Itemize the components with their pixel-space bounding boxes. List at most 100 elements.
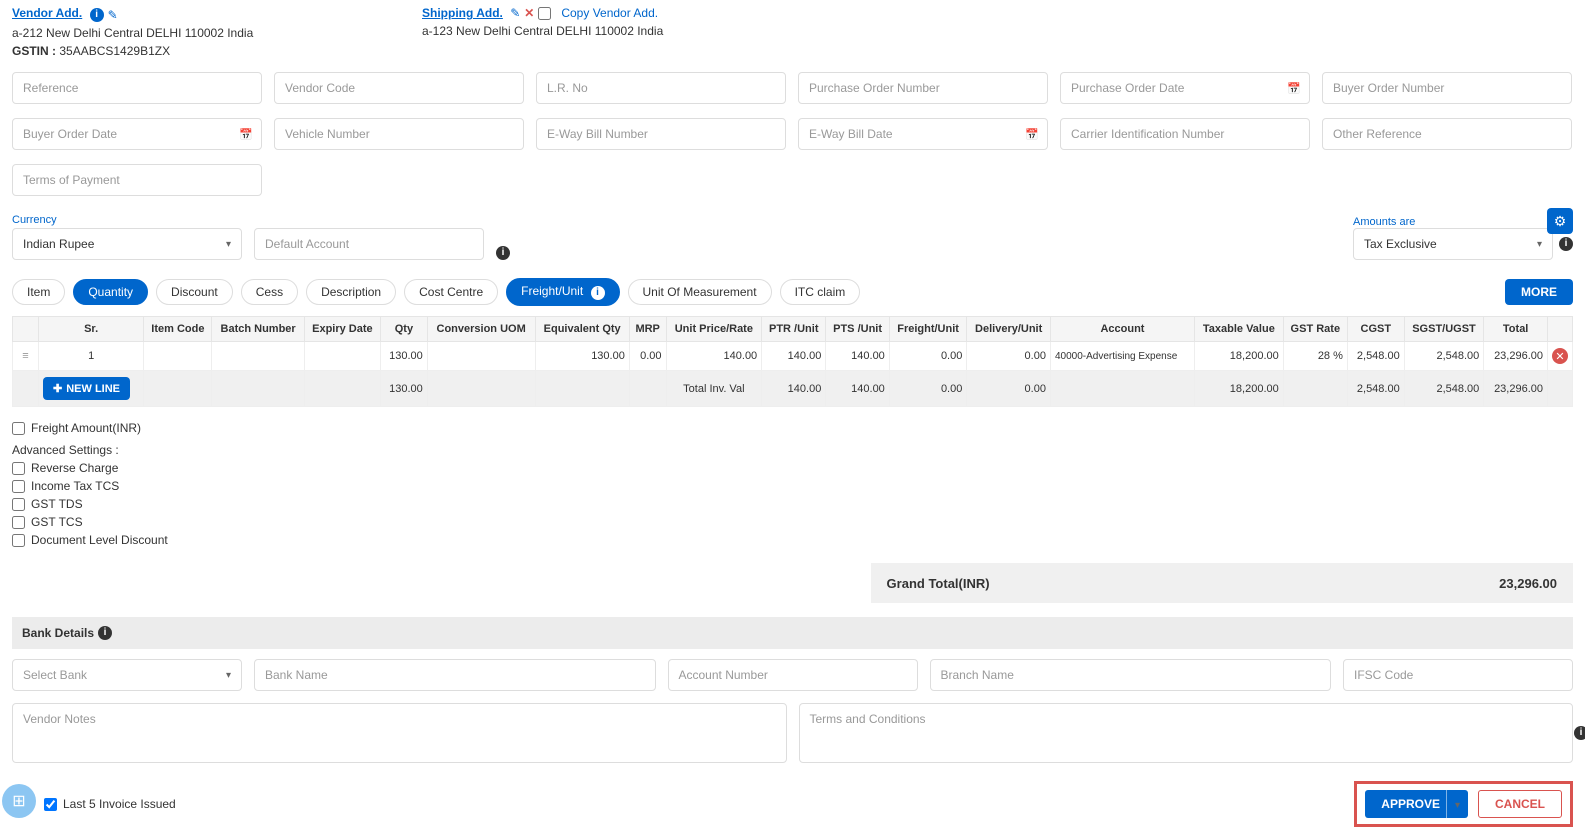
pill-cost-centre[interactable]: Cost Centre (404, 279, 498, 305)
total-delivery: 0.00 (967, 371, 1051, 407)
edit-icon[interactable]: ✎ (108, 8, 118, 22)
chevron-down-icon: ▾ (226, 239, 231, 250)
income-tax-tcs-checkbox[interactable] (12, 480, 25, 493)
pill-itc-claim[interactable]: ITC claim (780, 279, 861, 305)
edit-icon[interactable]: ✎ (510, 6, 520, 20)
account-number-input[interactable]: Account Number (668, 659, 918, 691)
approve-dropdown-button[interactable]: ▾ (1446, 790, 1468, 818)
branch-name-input[interactable]: Branch Name (930, 659, 1332, 691)
carrier-id-input[interactable]: Carrier Identification Number (1060, 118, 1310, 150)
table-row[interactable]: ≡ 1 130.00 130.00 0.00 140.00 140.00 140… (13, 342, 1573, 371)
pill-description[interactable]: Description (306, 279, 396, 305)
calendar-icon[interactable]: 📅 (1025, 128, 1039, 141)
approve-button[interactable]: APPROVE (1365, 790, 1456, 818)
advanced-settings-title: Advanced Settings : (12, 443, 1573, 457)
new-line-button[interactable]: ✚NEW LINE (43, 377, 130, 400)
cell-conv-uom[interactable] (427, 342, 535, 371)
cell-qty[interactable]: 130.00 (381, 342, 428, 371)
bank-name-input[interactable]: Bank Name (254, 659, 656, 691)
delete-row-icon[interactable]: ✕ (1552, 348, 1568, 364)
shipping-add-link[interactable]: Shipping Add. (422, 6, 503, 20)
info-icon[interactable]: i (90, 8, 104, 22)
total-ptr: 140.00 (762, 371, 826, 407)
gear-icon[interactable]: ⚙ (1547, 208, 1573, 234)
col-freight: Freight/Unit (889, 317, 967, 342)
cell-batch[interactable] (212, 342, 304, 371)
vehicle-number-input[interactable]: Vehicle Number (274, 118, 524, 150)
total-taxable: 18,200.00 (1194, 371, 1283, 407)
freight-amount-checkbox[interactable] (12, 422, 25, 435)
doc-discount-checkbox[interactable] (12, 534, 25, 547)
bank-details-header: Bank Details i (12, 617, 1573, 649)
cell-ptr[interactable]: 140.00 (762, 342, 826, 371)
calendar-icon[interactable]: 📅 (1287, 82, 1301, 95)
grand-total-value: 23,296.00 (1499, 576, 1557, 591)
po-date-input[interactable]: Purchase Order Date📅 (1060, 72, 1310, 104)
info-icon[interactable]: i (98, 626, 112, 640)
vendor-code-input[interactable]: Vendor Code (274, 72, 524, 104)
info-icon[interactable]: i (496, 246, 510, 260)
vendor-gstin: GSTIN : 35AABCS1429B1ZX (12, 44, 392, 58)
vendor-add-link[interactable]: Vendor Add. (12, 6, 82, 20)
default-account-input[interactable]: Default Account (254, 228, 484, 260)
eway-bill-number-input[interactable]: E-Way Bill Number (536, 118, 786, 150)
shipping-address-block: Shipping Add. ✎ ✕ Copy Vendor Add. a-123… (422, 6, 802, 58)
copy-vendor-checkbox[interactable] (538, 7, 551, 20)
calendar-icon[interactable]: 📅 (239, 128, 253, 141)
amounts-are-select[interactable]: Tax Exclusive▾ (1353, 228, 1553, 260)
cell-account[interactable]: 40000-Advertising Expense (1050, 342, 1194, 371)
cell-expiry[interactable] (304, 342, 380, 371)
pill-quantity[interactable]: Quantity (73, 279, 148, 305)
pill-freight-unit[interactable]: Freight/Unit i (506, 278, 619, 306)
chevron-down-icon: ▾ (1455, 800, 1460, 811)
vendor-notes-textarea[interactable]: Vendor Notes (12, 703, 787, 763)
cell-sgst: 2,548.00 (1404, 342, 1484, 371)
copy-vendor-label[interactable]: Copy Vendor Add. (561, 6, 658, 20)
pill-item[interactable]: Item (12, 279, 65, 305)
info-icon[interactable]: i (1574, 726, 1585, 740)
terms-conditions-textarea[interactable]: Terms and Conditions i (799, 703, 1574, 763)
buyer-order-date-input[interactable]: Buyer Order Date📅 (12, 118, 262, 150)
cell-eq-qty[interactable]: 130.00 (535, 342, 629, 371)
gst-tds-checkbox[interactable] (12, 498, 25, 511)
last5-checkbox[interactable] (44, 798, 57, 811)
ifsc-input[interactable]: IFSC Code (1343, 659, 1573, 691)
currency-select[interactable]: Indian Rupee▾ (12, 228, 242, 260)
gst-tcs-checkbox[interactable] (12, 516, 25, 529)
cell-cgst: 2,548.00 (1347, 342, 1404, 371)
pill-cess[interactable]: Cess (241, 279, 298, 305)
drag-handle-icon[interactable]: ≡ (22, 350, 28, 362)
grand-total-label: Grand Total(INR) (887, 576, 990, 591)
lr-no-input[interactable]: L.R. No (536, 72, 786, 104)
cell-pts[interactable]: 140.00 (826, 342, 889, 371)
cell-unit-price[interactable]: 140.00 (666, 342, 762, 371)
cell-freight[interactable]: 0.00 (889, 342, 967, 371)
cell-mrp[interactable]: 0.00 (629, 342, 666, 371)
pill-uom[interactable]: Unit Of Measurement (628, 279, 772, 305)
col-delivery: Delivery/Unit (967, 317, 1051, 342)
table-totals-row: ✚NEW LINE 130.00 Total Inv. Val 140.00 1… (13, 371, 1573, 407)
cancel-button[interactable]: CANCEL (1478, 790, 1562, 818)
vendor-address-text: a-212 New Delhi Central DELHI 110002 Ind… (12, 26, 392, 40)
other-reference-input[interactable]: Other Reference (1322, 118, 1572, 150)
footer-row: ⊞ Last 5 Invoice Issued APPROVE ▾ CANCEL (12, 781, 1573, 827)
cell-item-code[interactable] (144, 342, 212, 371)
eway-bill-date-input[interactable]: E-Way Bill Date📅 (798, 118, 1048, 150)
col-batch: Batch Number (212, 317, 304, 342)
vendor-address-block: Vendor Add. i ✎ a-212 New Delhi Central … (12, 6, 392, 58)
more-button[interactable]: MORE (1505, 279, 1573, 305)
select-bank-dropdown[interactable]: Select Bank▾ (12, 659, 242, 691)
po-number-input[interactable]: Purchase Order Number (798, 72, 1048, 104)
terms-of-payment-input[interactable]: Terms of Payment (12, 164, 262, 196)
reference-input[interactable]: Reference (12, 72, 262, 104)
total-sgst: 2,548.00 (1404, 371, 1484, 407)
apps-icon[interactable]: ⊞ (2, 784, 36, 818)
gstin-value: 35AABCS1429B1ZX (59, 44, 170, 58)
pill-discount[interactable]: Discount (156, 279, 233, 305)
cell-gst-rate[interactable]: 28 % (1283, 342, 1347, 371)
buyer-order-number-input[interactable]: Buyer Order Number (1322, 72, 1572, 104)
info-icon[interactable]: i (1559, 237, 1573, 251)
close-icon[interactable]: ✕ (524, 6, 534, 20)
cell-delivery[interactable]: 0.00 (967, 342, 1051, 371)
reverse-charge-checkbox[interactable] (12, 462, 25, 475)
